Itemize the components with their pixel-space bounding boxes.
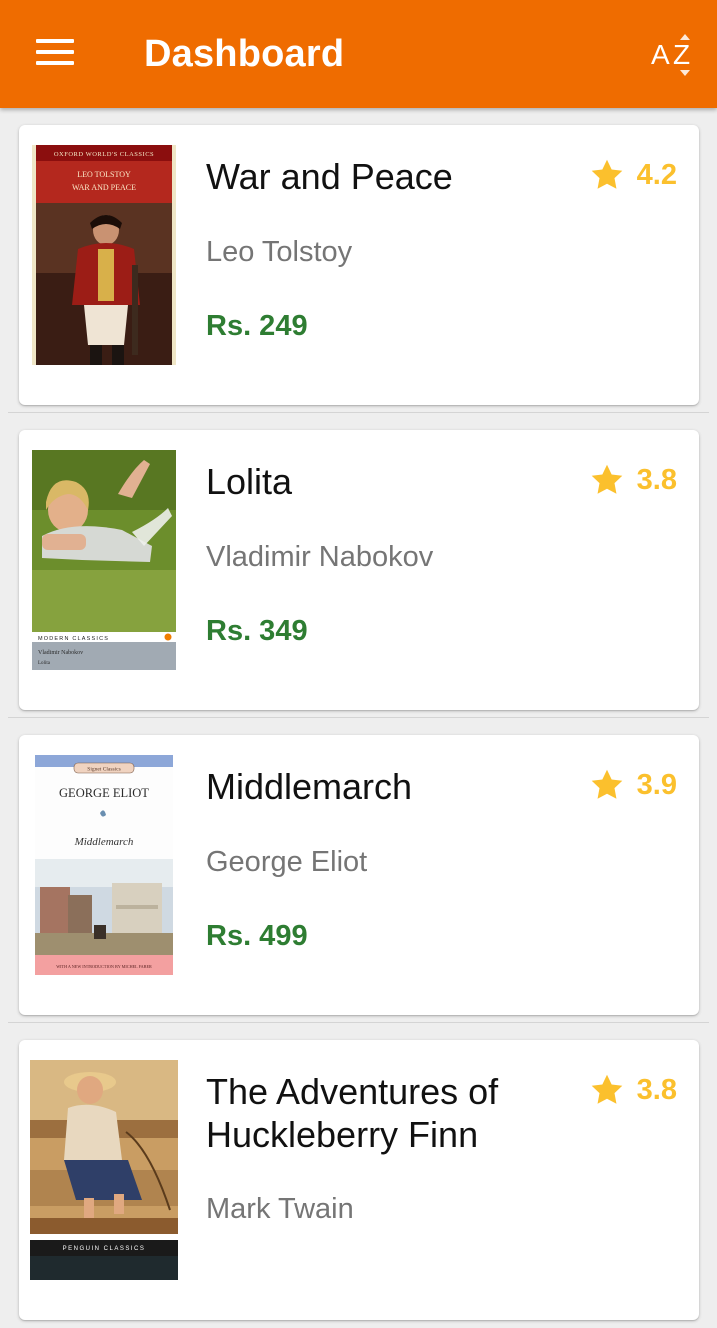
hamburger-menu-button[interactable] (26, 28, 84, 76)
star-icon (591, 1074, 622, 1104)
book-card[interactable]: OXFORD WORLD'S CLASSICS LEO TOLSTOY WAR … (19, 125, 699, 405)
book-author: Leo Tolstoy (206, 236, 353, 268)
svg-text:Z: Z (673, 39, 690, 70)
star-icon (591, 769, 622, 799)
sort-az-button[interactable]: A Z (647, 28, 699, 80)
book-rating: 3.8 (589, 462, 677, 498)
svg-text:A: A (651, 39, 670, 70)
svg-text:WITH A NEW INTRODUCTION BY MIC: WITH A NEW INTRODUCTION BY MICHEL FABER (56, 964, 152, 969)
book-author: George Eliot (206, 846, 368, 878)
star-icon (591, 464, 622, 494)
book-author: Vladimir Nabokov (206, 541, 434, 573)
book-title: The Adventures of Huckleberry Finn (206, 1071, 499, 1155)
rating-value: 4.2 (636, 159, 677, 191)
book-price: Rs. 249 (206, 310, 308, 342)
list-item: PENGUIN CLASSICS The Adventures of Huckl… (0, 1023, 717, 1328)
svg-text:Lolita: Lolita (38, 661, 51, 666)
book-cover-image: Signet Classics GEORGE ELIOT Middlemarch… (32, 755, 176, 975)
svg-text:GEORGE ELIOT: GEORGE ELIOT (59, 786, 149, 800)
book-cover-image: MODERN CLASSICS Vladimir Nabokov Lolita (32, 450, 176, 670)
rating-value: 3.8 (636, 1074, 677, 1106)
book-rating: 4.2 (589, 157, 677, 193)
book-title: War and Peace (206, 156, 453, 197)
list-item: OXFORD WORLD'S CLASSICS LEO TOLSTOY WAR … (0, 108, 717, 413)
svg-text:LEO TOLSTOY: LEO TOLSTOY (77, 170, 131, 179)
book-cover-image: PENGUIN CLASSICS (30, 1060, 178, 1280)
book-price: Rs. 499 (206, 920, 308, 952)
book-title: Middlemarch (206, 766, 413, 807)
rating-value: 3.8 (636, 464, 677, 496)
svg-text:OXFORD WORLD'S CLASSICS: OXFORD WORLD'S CLASSICS (54, 151, 154, 158)
book-title: Lolita (206, 461, 293, 502)
book-price: Rs. 349 (206, 615, 308, 647)
book-card[interactable]: Signet Classics GEORGE ELIOT Middlemarch… (19, 735, 699, 1015)
hamburger-line (36, 39, 74, 43)
app-bar: Dashboard A Z (0, 0, 717, 108)
list-item: Signet Classics GEORGE ELIOT Middlemarch… (0, 718, 717, 1023)
svg-text:PENGUIN CLASSICS: PENGUIN CLASSICS (63, 1246, 146, 1252)
page-title: Dashboard (144, 33, 345, 75)
book-cover-image: OXFORD WORLD'S CLASSICS LEO TOLSTOY WAR … (32, 145, 176, 365)
list-item: MODERN CLASSICS Vladimir Nabokov Lolita … (0, 413, 717, 718)
hamburger-line (36, 50, 74, 54)
book-author: Mark Twain (206, 1193, 354, 1225)
svg-text:Vladimir Nabokov: Vladimir Nabokov (38, 650, 83, 656)
sort-az-icon: A Z (651, 34, 690, 76)
book-card[interactable]: MODERN CLASSICS Vladimir Nabokov Lolita … (19, 430, 699, 710)
svg-text:Middlemarch: Middlemarch (74, 836, 134, 848)
hamburger-line (36, 61, 74, 65)
svg-text:Signet Classics: Signet Classics (87, 767, 120, 773)
star-icon (591, 159, 622, 189)
rating-value: 3.9 (636, 769, 677, 801)
book-card[interactable]: PENGUIN CLASSICS The Adventures of Huckl… (19, 1040, 699, 1320)
book-rating: 3.8 (589, 1072, 677, 1108)
book-rating: 3.9 (589, 767, 677, 803)
svg-text:MODERN CLASSICS: MODERN CLASSICS (38, 636, 109, 642)
svg-text:WAR AND PEACE: WAR AND PEACE (72, 183, 136, 192)
